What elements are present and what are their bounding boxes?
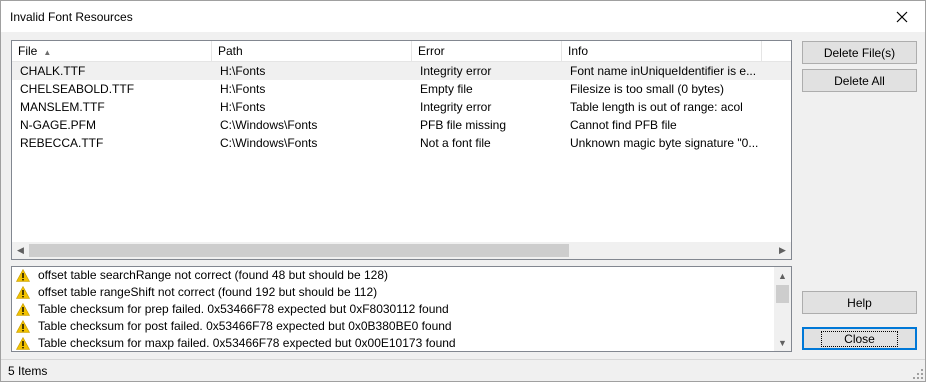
cell-error: Not a font file	[420, 136, 491, 150]
column-header-info[interactable]: Info	[562, 41, 762, 62]
cell-file: CHELSEABOLD.TTF	[20, 82, 135, 96]
cell-info: Cannot find PFB file	[570, 118, 677, 132]
close-icon	[896, 11, 908, 22]
warning-icon	[16, 303, 30, 316]
cell-info: Table length is out of range: acol	[570, 100, 743, 114]
cell-info: Filesize is too small (0 bytes)	[570, 82, 725, 96]
horizontal-scrollbar[interactable]: ◀ ▶	[12, 242, 791, 259]
close-label: Close	[821, 330, 898, 347]
cell-path: C:\Windows\Fonts	[220, 136, 318, 150]
list-header: File ▲ Path Error Info	[12, 41, 791, 62]
scroll-down-arrow-icon[interactable]: ▼	[774, 334, 791, 351]
resize-grip-icon[interactable]	[913, 369, 923, 379]
column-path-label: Path	[218, 44, 243, 58]
dialog-window: Invalid Font Resources File ▲ Path Error …	[0, 0, 926, 382]
warning-icon	[16, 269, 30, 282]
column-file-label: File	[18, 44, 38, 58]
vertical-scrollbar[interactable]: ▲ ▼	[774, 267, 791, 351]
message-text: Table checksum for prep failed. 0x53466F…	[38, 302, 449, 316]
item-count: 5 Items	[8, 364, 48, 378]
vertical-scroll-thumb[interactable]	[776, 285, 789, 303]
window-title: Invalid Font Resources	[10, 10, 133, 24]
help-label: Help	[847, 295, 872, 310]
delete-all-button[interactable]: Delete All	[802, 69, 917, 92]
table-row[interactable]: MANSLEM.TTF H:\Fonts Integrity error Tab…	[12, 98, 791, 116]
cell-path: C:\Windows\Fonts	[220, 118, 318, 132]
message-text: Table checksum for post failed. 0x53466F…	[38, 319, 452, 333]
warning-icon	[16, 337, 30, 350]
cell-file: N-GAGE.PFM	[20, 118, 97, 132]
font-file-list[interactable]: File ▲ Path Error Info CHALK.TTF H:\Fonts…	[11, 40, 792, 260]
cell-info: Font name inUniqueIdentifier is e...	[570, 64, 757, 78]
message-text: offset table searchRange not correct (fo…	[38, 268, 389, 282]
scroll-left-arrow-icon[interactable]: ◀	[12, 242, 29, 259]
delete-files-button[interactable]: Delete File(s)	[802, 41, 917, 64]
cell-path: H:\Fonts	[220, 100, 266, 114]
scroll-up-arrow-icon[interactable]: ▲	[774, 267, 791, 284]
sort-ascending-icon: ▲	[43, 48, 52, 57]
close-window-button[interactable]	[879, 1, 925, 32]
scroll-right-arrow-icon[interactable]: ▶	[774, 242, 791, 259]
title-bar: Invalid Font Resources	[1, 1, 925, 32]
column-error-label: Error	[418, 44, 445, 58]
cell-file: REBECCA.TTF	[20, 136, 104, 150]
horizontal-scroll-thumb[interactable]	[29, 244, 569, 257]
table-row[interactable]: N-GAGE.PFM C:\Windows\Fonts PFB file mis…	[12, 116, 791, 134]
cell-info: Unknown magic byte signature "0...	[570, 136, 759, 150]
table-row[interactable]: CHALK.TTF H:\Fonts Integrity error Font …	[12, 62, 791, 80]
delete-files-label: Delete File(s)	[823, 45, 896, 60]
message-text: offset table rangeShift not correct (fou…	[38, 285, 378, 299]
close-button[interactable]: Close	[802, 327, 917, 350]
warning-icon	[16, 286, 30, 299]
cell-error: PFB file missing	[420, 118, 507, 132]
diagnostic-messages-list[interactable]: offset table searchRange not correct (fo…	[11, 266, 792, 352]
table-row[interactable]: REBECCA.TTF C:\Windows\Fonts Not a font …	[12, 134, 791, 152]
cell-path: H:\Fonts	[220, 82, 266, 96]
cell-file: MANSLEM.TTF	[20, 100, 105, 114]
message-text: Table checksum for maxp failed. 0x53466F…	[38, 336, 456, 350]
cell-error: Integrity error	[420, 64, 492, 78]
column-header-file[interactable]: File ▲	[12, 41, 212, 62]
cell-file: CHALK.TTF	[20, 64, 86, 78]
cell-error: Empty file	[420, 82, 473, 96]
table-row[interactable]: CHELSEABOLD.TTF H:\Fonts Empty file File…	[12, 80, 791, 98]
column-header-path[interactable]: Path	[212, 41, 412, 62]
column-header-error[interactable]: Error	[412, 41, 562, 62]
column-info-label: Info	[568, 44, 589, 58]
delete-all-label: Delete All	[834, 73, 885, 88]
help-button[interactable]: Help	[802, 291, 917, 314]
cell-path: H:\Fonts	[220, 64, 266, 78]
cell-error: Integrity error	[420, 100, 492, 114]
status-bar: 5 Items	[1, 359, 925, 381]
warning-icon	[16, 320, 30, 333]
